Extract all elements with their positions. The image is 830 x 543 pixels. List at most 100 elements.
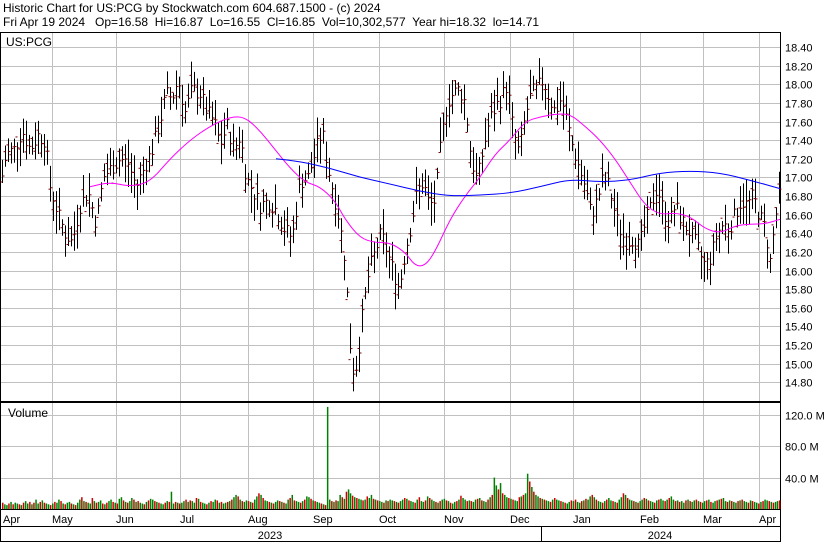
volume-panel-frame xyxy=(0,402,781,510)
volume-bar xyxy=(329,499,331,509)
volume-bar xyxy=(212,501,214,509)
volume-bar xyxy=(662,500,664,509)
volume-bar xyxy=(29,501,31,509)
volume-bar xyxy=(258,493,260,509)
volume-bar xyxy=(262,498,264,509)
volume-bar xyxy=(326,406,329,509)
volume-bar xyxy=(404,498,406,509)
volume-bar xyxy=(456,501,458,509)
volume-bar xyxy=(591,494,593,509)
volume-bar xyxy=(102,503,104,509)
volume-bar xyxy=(481,500,483,509)
volume-bar xyxy=(260,494,262,509)
volume-bar xyxy=(670,496,673,509)
volume-bar xyxy=(501,493,504,509)
volume-bar xyxy=(276,500,279,509)
volume-bar xyxy=(120,497,123,509)
price-tick-label: 17.60 xyxy=(785,118,813,130)
volume-bar xyxy=(695,499,698,509)
price-tick-label: 18.20 xyxy=(785,62,813,74)
volume-bar xyxy=(722,498,725,509)
volume-bar xyxy=(183,501,185,509)
volume-bar xyxy=(79,499,81,509)
volume-bar xyxy=(745,501,748,509)
chart-canvas: 18.40 18.20 18.00 17.80 17.60 17.40 17.20 17.00… xyxy=(0,32,825,542)
volume-bar xyxy=(393,501,396,509)
volume-bar xyxy=(251,502,254,509)
volume-bar xyxy=(81,497,83,509)
volume-bar xyxy=(233,497,235,509)
volume-bar xyxy=(499,483,502,509)
volume-bar xyxy=(310,498,312,509)
price-tick-label: 16.80 xyxy=(785,192,813,204)
volume-bar xyxy=(712,502,714,509)
volume-bar xyxy=(564,502,566,509)
volume-bar xyxy=(49,505,52,509)
volume-bar xyxy=(191,501,193,509)
volume-bar xyxy=(470,501,473,509)
volume-bar xyxy=(293,500,296,509)
volume-bar xyxy=(272,503,275,509)
volume-bar xyxy=(664,501,666,509)
volume-bar xyxy=(289,498,291,509)
volume-bar xyxy=(543,499,546,509)
volume-bar xyxy=(647,500,650,509)
volume-bar xyxy=(751,501,754,509)
volume-bar xyxy=(487,499,489,509)
volume-bar xyxy=(739,500,741,509)
volume-bar xyxy=(641,499,643,509)
volume-bar xyxy=(133,499,135,509)
volume-bar xyxy=(347,489,350,509)
volume-bar xyxy=(12,504,14,509)
volume-bar xyxy=(756,502,758,509)
volume-bar xyxy=(678,501,681,509)
volume-bar xyxy=(545,500,548,509)
volume-bar xyxy=(149,498,152,509)
volume-bar xyxy=(249,501,252,509)
volume-bar xyxy=(476,498,479,509)
volume-bar xyxy=(2,502,4,509)
volume-bar xyxy=(60,501,62,509)
volume-tick-label: 120.0 M xyxy=(785,411,825,423)
volume-bar xyxy=(256,496,258,509)
volume-bar xyxy=(737,501,739,509)
month-label: Feb xyxy=(640,514,659,526)
volume-bar xyxy=(77,502,79,509)
volume-bar xyxy=(108,501,110,509)
volume-bar xyxy=(512,499,514,509)
volume-bar xyxy=(218,502,221,509)
volume-bar xyxy=(87,502,89,509)
volume-bar xyxy=(416,499,418,509)
volume-bar xyxy=(333,501,335,509)
volume-bar xyxy=(614,501,616,509)
volume-bar xyxy=(658,499,660,509)
volume-bar xyxy=(597,501,600,509)
volume-bar xyxy=(735,502,737,509)
month-label: Jul xyxy=(180,514,194,526)
price-tick-label: 18.40 xyxy=(785,43,813,55)
volume-tick-label: 80.0 M xyxy=(785,442,819,454)
volume-bar xyxy=(22,502,25,509)
volume-bar xyxy=(349,493,352,509)
volume-bar xyxy=(189,500,191,509)
volume-bar xyxy=(185,499,187,509)
volume-bar xyxy=(776,501,779,509)
price-tick-label: 16.40 xyxy=(785,229,813,241)
volume-bar xyxy=(495,485,498,509)
volume-bar xyxy=(235,494,237,509)
volume-bar xyxy=(479,498,481,509)
volume-bar xyxy=(104,504,106,509)
volume-bar xyxy=(708,499,710,509)
volume-bar xyxy=(154,501,156,509)
volume-bar xyxy=(408,500,410,509)
volume-bar xyxy=(268,501,271,509)
volume-bar xyxy=(449,502,452,509)
volume-bar xyxy=(568,501,570,509)
volume-bar xyxy=(764,499,766,509)
volume-bar xyxy=(122,500,125,509)
volume-bar xyxy=(491,494,493,509)
volume-bar xyxy=(174,501,177,509)
volume-bar xyxy=(43,502,46,509)
volume-bar xyxy=(699,501,702,509)
volume-bar xyxy=(383,502,385,509)
